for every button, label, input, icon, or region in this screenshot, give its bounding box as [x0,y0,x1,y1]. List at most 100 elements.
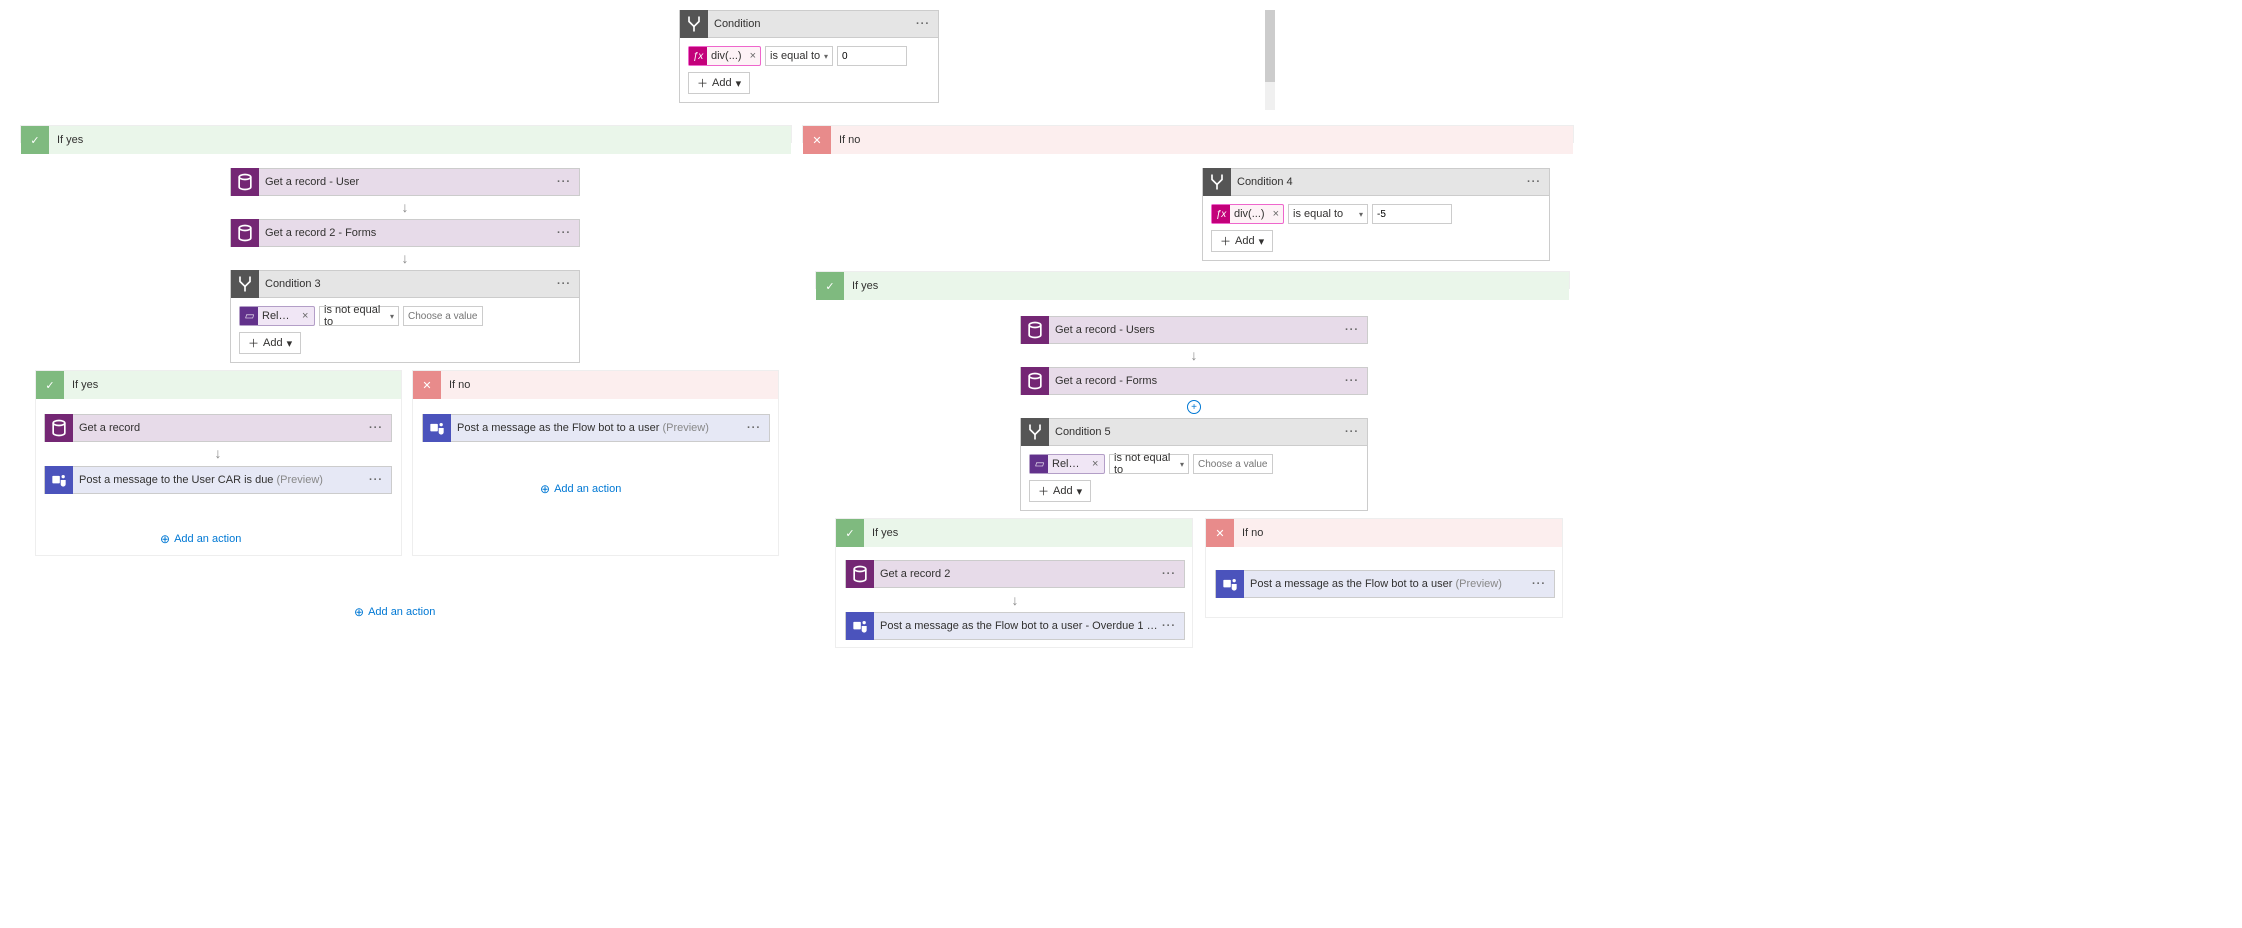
add-button[interactable]: ＋Add▾ [688,72,750,94]
check-icon: ✓ [836,519,864,547]
add-button[interactable]: ＋Add▾ [1211,230,1273,252]
condition4-card: Condition 4 ··· ƒx div(...) × is equal t… [1202,168,1550,261]
operator-select[interactable]: is not equal to▾ [319,306,399,326]
remove-icon[interactable]: × [746,50,760,62]
branch-yes-header[interactable]: ✓ If yes [836,519,1192,547]
more-icon[interactable]: ··· [1345,426,1359,438]
chevron-down-icon: ▾ [1259,235,1265,248]
operator-select[interactable]: is equal to▾ [765,46,833,66]
expression-chip[interactable]: ƒx div(...) × [688,46,761,66]
more-icon[interactable]: ··· [1345,324,1359,336]
x-icon: ✕ [413,371,441,399]
add-action-link[interactable]: ⊕Add an action [160,532,241,546]
action-header[interactable]: Get a record - Forms ··· [1020,367,1368,395]
action-post-message-flow-bot: Post a message as the Flow bot to a user… [1215,570,1555,598]
dynamic-chip[interactable]: ▭ Related ... × [1029,454,1105,474]
remove-icon[interactable]: × [298,310,312,322]
expression-chip[interactable]: ƒx div(...) × [1211,204,1284,224]
branch-no-header[interactable]: ✕ If no [803,126,1573,154]
condition-icon [1021,418,1049,446]
add-button[interactable]: ＋Add▾ [239,332,301,354]
branch-no-header[interactable]: ✕ If no [1206,519,1562,547]
condition-header[interactable]: Condition 4 ··· [1202,168,1550,196]
chevron-down-icon: ▾ [1359,210,1363,219]
arrow-down-icon: ↓ [1012,592,1019,608]
value-input[interactable] [1193,454,1273,474]
cds-icon [45,414,73,442]
condition5-card: Condition 5 ··· ▭ Related ... × is not e… [1020,418,1368,511]
value-input[interactable] [837,46,907,66]
value-input[interactable] [1372,204,1452,224]
action-get-record-user: Get a record - User ··· [230,168,580,196]
add-action-link[interactable]: ⊕Add an action [354,605,435,619]
chevron-down-icon: ▾ [1077,485,1083,498]
action-get-record: Get a record ··· [44,414,392,442]
chevron-down-icon: ▾ [287,337,293,350]
branch-yes: ✓ If yes [35,370,402,556]
action-header[interactable]: Post a message to the User CAR is due (P… [44,466,392,494]
operator-select[interactable]: is equal to▾ [1288,204,1368,224]
check-icon: ✓ [816,272,844,300]
cds-icon [1021,316,1049,344]
condition-icon [1203,168,1231,196]
more-icon[interactable]: ··· [1162,620,1176,632]
action-header[interactable]: Get a record 2 ··· [845,560,1185,588]
condition-header[interactable]: Condition ··· [679,10,939,38]
more-icon[interactable]: ··· [1527,176,1541,188]
action-header[interactable]: Get a record - User ··· [230,168,580,196]
insert-step-button[interactable]: + [1187,400,1201,414]
cds-icon [231,219,259,247]
teams-icon [423,414,451,442]
x-icon: ✕ [1206,519,1234,547]
cds-icon [231,168,259,196]
action-header[interactable]: Get a record ··· [44,414,392,442]
more-icon[interactable]: ··· [557,176,571,188]
dynamic-chip[interactable]: ▭ Related ... × [239,306,315,326]
remove-icon[interactable]: × [1269,208,1283,220]
operator-select[interactable]: is not equal to▾ [1109,454,1189,474]
branch-yes-header[interactable]: ✓ If yes [21,126,791,154]
more-icon[interactable]: ··· [369,422,383,434]
branch-yes-header[interactable]: ✓ If yes [816,272,1569,300]
branch-yes: ✓ If yes [815,271,1570,289]
teams-icon [45,466,73,494]
action-header[interactable]: Get a record - Users ··· [1020,316,1368,344]
branch-no: ✕ If no [802,125,1574,143]
branch-no-header[interactable]: ✕ If no [413,371,778,399]
action-header[interactable]: Post a message as the Flow bot to a user… [1215,570,1555,598]
more-icon[interactable]: ··· [557,278,571,290]
branch-no: ✕ If no [1205,518,1563,618]
value-input[interactable] [403,306,483,326]
action-get-record-forms: Get a record 2 - Forms ··· [230,219,580,247]
more-icon[interactable]: ··· [916,18,930,30]
scrollbar-thumb[interactable] [1265,10,1275,82]
remove-icon[interactable]: × [1088,458,1102,470]
action-header[interactable]: Post a message as the Flow bot to a user… [422,414,770,442]
add-action-icon: ⊕ [160,532,170,546]
teams-icon [846,612,874,640]
check-icon: ✓ [36,371,64,399]
action-get-record-forms: Get a record - Forms ··· [1020,367,1368,395]
add-action-link[interactable]: ⊕Add an action [540,482,621,496]
more-icon[interactable]: ··· [1532,578,1546,590]
fx-icon: ƒx [1212,205,1230,223]
fx-icon: ƒx [689,47,707,65]
record-icon: ▭ [240,307,258,325]
condition-header[interactable]: Condition 5 ··· [1020,418,1368,446]
more-icon[interactable]: ··· [1345,375,1359,387]
action-post-message-flow-bot: Post a message as the Flow bot to a user… [422,414,770,442]
x-icon: ✕ [803,126,831,154]
add-button[interactable]: ＋Add▾ [1029,480,1091,502]
plus-icon: ＋ [1038,483,1049,499]
branch-yes-header[interactable]: ✓ If yes [36,371,401,399]
condition3-card: Condition 3 ··· ▭ Related ... × is not e… [230,270,580,363]
more-icon[interactable]: ··· [557,227,571,239]
check-icon: ✓ [21,126,49,154]
more-icon[interactable]: ··· [369,474,383,486]
condition-header[interactable]: Condition 3 ··· [230,270,580,298]
action-header[interactable]: Get a record 2 - Forms ··· [230,219,580,247]
arrow-down-icon: ↓ [215,445,222,461]
more-icon[interactable]: ··· [1162,568,1176,580]
more-icon[interactable]: ··· [747,422,761,434]
action-header[interactable]: Post a message as the Flow bot to a user… [845,612,1185,640]
